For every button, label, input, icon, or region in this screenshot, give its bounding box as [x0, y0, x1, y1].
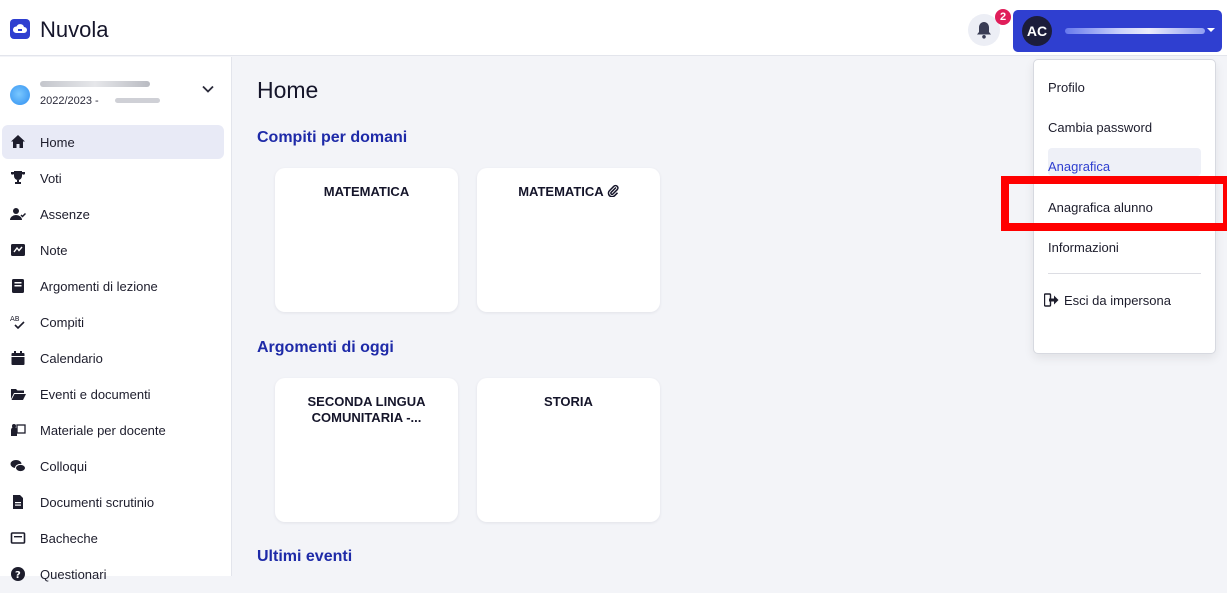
section-title-eventi: Ultimi eventi [257, 548, 353, 565]
menu-item-esci-da-impersona[interactable]: Esci da impersona [1044, 293, 1171, 308]
school-name-redacted [40, 81, 150, 87]
homework-card[interactable]: MATEMATICA [275, 168, 458, 312]
homework-card[interactable]: MATEMATICA [477, 168, 660, 312]
sidebar-item-home[interactable]: Home [2, 125, 224, 159]
topic-card[interactable]: STORIA [477, 378, 660, 522]
card-title: STORIA [544, 394, 593, 409]
sidebar-item-label: Colloqui [40, 459, 87, 474]
card-title: MATEMATICA [323, 184, 410, 199]
sidebar-item-note[interactable]: Note [2, 233, 224, 267]
spellcheck-icon: AB [10, 315, 25, 330]
menu-item-informazioni[interactable]: Informazioni [1048, 240, 1119, 255]
sidebar-item-materiale[interactable]: Materiale per docente [2, 413, 224, 447]
sidebar-item-label: Compiti [40, 315, 85, 330]
book-icon [12, 279, 24, 293]
trophy-icon [11, 171, 25, 184]
calendar-icon [11, 351, 25, 365]
sidebar-item-label: Voti [40, 171, 62, 186]
sidebar-item-bacheche[interactable]: Bacheche [2, 521, 224, 555]
sidebar-item-compiti[interactable]: AB Compiti [2, 305, 224, 339]
card-title: MATEMATICA [518, 184, 604, 199]
file-icon [13, 495, 23, 509]
menu-item-anagrafica[interactable]: Anagrafica [1048, 159, 1110, 174]
caret-down-icon [1207, 28, 1215, 32]
user-menu-button[interactable]: AC [1013, 10, 1222, 52]
sign-out-icon [1044, 293, 1059, 307]
school-year-selector[interactable]: 2022/2023 - [0, 57, 232, 117]
chalkboard-icon [11, 424, 26, 436]
sidebar-item-eventi[interactable]: Eventi e documenti [2, 377, 224, 411]
sidebar-item-questionari[interactable]: ? Questionari [2, 557, 224, 591]
sidebar: 2022/2023 - Home Voti Assenze Note Argom… [0, 57, 232, 582]
sidebar-item-argomenti[interactable]: Argomenti di lezione [2, 269, 224, 303]
card-title-wrap: MATEMATICA [477, 184, 660, 200]
school-year-label: 2022/2023 - [40, 95, 99, 107]
menu-item-cambia-password[interactable]: Cambia password [1048, 120, 1152, 135]
home-icon [11, 135, 25, 148]
topic-card[interactable]: SECONDA LINGUA COMUNITARIA -... [275, 378, 458, 522]
menu-divider [1048, 273, 1201, 274]
school-class-redacted [115, 98, 160, 103]
top-bar: Nuvola 2 AC [0, 0, 1227, 56]
sidebar-item-label: Eventi e documenti [40, 387, 151, 402]
avatar: AC [1022, 16, 1052, 46]
user-check-icon [10, 208, 26, 220]
school-logo-icon [10, 85, 30, 105]
red-annotation-box [1001, 176, 1227, 231]
svg-text:AB: AB [10, 315, 20, 323]
sidebar-item-documenti-scrutinio[interactable]: Documenti scrutinio [2, 485, 224, 519]
card-title: SECONDA LINGUA COMUNITARIA -... [307, 394, 426, 425]
section-title-compiti: Compiti per domani [257, 129, 408, 146]
sidebar-item-label: Questionari [40, 567, 107, 582]
question-icon: ? [11, 567, 25, 581]
app-title[interactable]: Nuvola [40, 17, 108, 43]
sidebar-nav: Home Voti Assenze Note Argomenti di lezi… [0, 125, 232, 593]
bell-icon [977, 22, 991, 39]
sidebar-item-label: Argomenti di lezione [40, 279, 158, 294]
board-icon [10, 532, 26, 544]
chevron-down-icon[interactable] [202, 85, 214, 93]
folder-icon [11, 389, 26, 400]
sidebar-item-label: Materiale per docente [40, 423, 166, 438]
sidebar-item-label: Calendario [40, 351, 103, 366]
sidebar-item-assenze[interactable]: Assenze [2, 197, 224, 231]
menu-item-profilo[interactable]: Profilo [1048, 80, 1085, 95]
sidebar-item-label: Assenze [40, 207, 90, 222]
sidebar-item-label: Note [40, 243, 68, 258]
comments-icon [10, 460, 26, 473]
note-icon [11, 244, 25, 256]
sidebar-item-calendario[interactable]: Calendario [2, 341, 224, 375]
menu-item-label: Esci da impersona [1064, 293, 1171, 308]
notification-count-badge: 2 [995, 9, 1011, 25]
sidebar-item-colloqui[interactable]: Colloqui [2, 449, 224, 483]
paperclip-icon [607, 184, 619, 198]
user-name-redacted [1065, 28, 1205, 34]
section-title-argomenti: Argomenti di oggi [257, 339, 394, 356]
page-title: Home [257, 77, 319, 103]
nuvola-logo-icon[interactable] [10, 19, 30, 39]
sidebar-item-label: Home [40, 135, 75, 150]
sidebar-item-label: Bacheche [40, 531, 98, 546]
sidebar-item-voti[interactable]: Voti [2, 161, 224, 195]
sidebar-item-label: Documenti scrutinio [40, 495, 155, 510]
